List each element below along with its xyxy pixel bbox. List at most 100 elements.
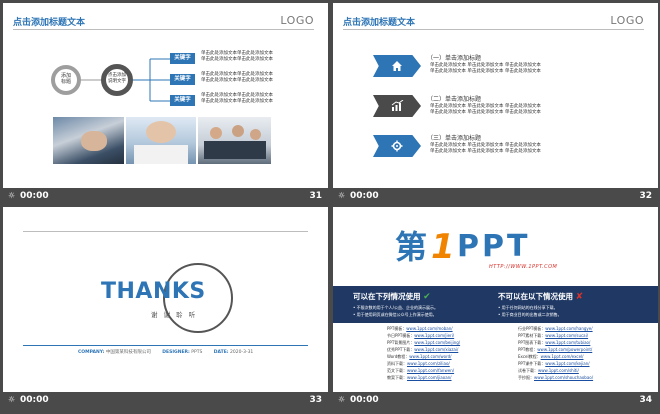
slide-thumbnail-33[interactable]: THANKS 谢 谢 聆 听 COMPANY: 中国第某科技有限公司 DESIG… [3,207,328,409]
keyword-desc-2: 单击此处添加文本单击此处添加文本 单击此处添加文本单击此处添加文本 [201,72,273,83]
links-left: PPT模板：www.1ppt.com/moban/ 节日PPT模板：www.1p… [387,325,460,381]
link-row: PPT图表下载：www.1ppt.com/tubiao/ [518,340,591,345]
slide-info-bar: ☼ 00:00 34 [333,392,658,409]
resource-link[interactable]: www.1ppt.com/shiti/ [538,368,579,373]
link-row: 资料下载：www.1ppt.com/ziliao/ [387,361,450,366]
resource-link[interactable]: www.1ppt.com/sucai/ [545,333,588,338]
presentation-play-icon[interactable]: ☼ [8,191,15,200]
slide-number: 33 [309,395,322,405]
item-heading-2: （二）单击添加标题 [427,96,482,103]
footer-meta: COMPANY: 中国第某科技有限公司 DESIGNER: PPTS DATE:… [78,349,253,355]
team-high-five-photo [126,117,196,164]
ppt-logo: 第 1 PPT HTTP://WWW.1PPT.COM [395,227,595,277]
slide-33-canvas[interactable]: THANKS 谢 谢 聆 听 COMPANY: 中国第某科技有限公司 DESIG… [3,207,328,392]
resource-link[interactable]: www.1ppt.com/beijing/ [414,340,460,345]
logo-one: 1 [431,227,455,267]
link-row: PPT教程：www.1ppt.com/powerpoint/ [518,347,593,352]
slide-31-canvas[interactable]: 点击添加标题文本 LOGO 添加 标题 点击添加 说明文字 关键字 关键字 关键… [3,3,328,188]
node-left-label: 添加 标题 [60,73,71,85]
business-meeting-photo [198,117,271,164]
company-value: 中国第某科技有限公司 [105,350,151,355]
resource-link[interactable]: www.1ppt.com/ziliao/ [407,361,450,366]
link-row: PPT背景图片：www.1ppt.com/beijing/ [387,340,461,345]
company-label: COMPANY: [78,350,105,355]
slide-34-canvas[interactable]: 第 1 PPT HTTP://WWW.1PPT.COM 可以在下列情况使用 ✔ … [333,207,658,392]
slide-info-bar: ☼ 00:00 33 [3,392,328,409]
keyword-box-3: 关键字 [170,95,195,106]
keyword-desc-1: 单击此处添加文本单击此处添加文本 单击此处添加文本单击此处添加文本 [201,51,273,62]
logo-di: 第 [395,228,428,266]
top-rule [23,231,308,232]
logo-ppt: PPT [457,229,531,264]
cross-icon: ✘ [575,292,584,302]
resource-link[interactable]: www.1ppt.com/moban/ [406,326,452,331]
resource-link[interactable]: www.1ppt.com/xiazai/ [414,347,458,352]
resource-link[interactable]: www.1ppt.com/excel/ [541,354,584,359]
hand-writing-photo [53,117,124,164]
link-row: 教案下载：www.1ppt.com/jiaoan/ [387,375,452,380]
thanks-subtitle: 谢 谢 聆 听 [151,311,198,319]
bar-chart-icon [391,100,404,111]
resource-link[interactable]: www.1ppt.com/powerpoint/ [537,347,592,352]
resource-link[interactable]: www.1ppt.com/shouchaobao/ [534,375,593,380]
slide-number: 32 [639,191,652,201]
link-row: 手抄报：www.1ppt.com/shouchaobao/ [518,375,594,380]
presentation-play-icon[interactable]: ☼ [8,395,15,404]
link-row: 节日PPT模板：www.1ppt.com/jieri/ [387,333,455,338]
check-icon: ✔ [423,292,431,302]
links-right: 行业PPT模板：www.1ppt.com/hangye/ PPT素材下载：www… [518,325,593,381]
usage-panel: 可以在下列情况使用 ✔ • 不限次数的用于个人/公益、企业的演示展示。 • 用于… [333,286,658,323]
can-use-list: • 不限次数的用于个人/公益、企业的演示展示。 • 用于使用网页或在微信公众号上… [353,304,438,318]
logo-url: HTTP://WWW.1PPT.COM [489,264,558,270]
date-label: DATE: [213,350,229,355]
cannot-item-1: • 用于任何网站的在线分享下载。 [498,305,558,310]
slide-timing: 00:00 [350,395,379,405]
slide-thumbnail-34[interactable]: 第 1 PPT HTTP://WWW.1PPT.COM 可以在下列情况使用 ✔ … [333,207,658,409]
item-body-2: 单击此处添加文本 单击此处添加文本 单击此处添加文本 单击此处添加文本 单击此处… [430,104,541,115]
divider [343,29,644,30]
keyword-box-2: 关键字 [170,74,195,85]
resource-link[interactable]: www.1ppt.com/fanwen/ [407,368,454,373]
link-row: Word教程：www.1ppt.com/word/ [387,354,452,359]
resource-link[interactable]: www.1ppt.com/jiaoan/ [407,375,452,380]
link-row: 试卷下载：www.1ppt.com/shiti/ [518,368,579,373]
slide-number: 34 [639,395,652,405]
link-row: 范文下载：www.1ppt.com/fanwen/ [387,368,455,373]
cannot-use-list: • 用于任何网站的在线分享下载。 • 用于商业目的的出售或二次销售。 [498,304,562,318]
presentation-play-icon[interactable]: ☼ [338,191,345,200]
slide-info-bar: ☼ 00:00 32 [333,188,658,205]
resource-link[interactable]: www.1ppt.com/word/ [409,354,451,359]
resource-link[interactable]: www.1ppt.com/jieri/ [414,333,454,338]
resource-link[interactable]: www.1ppt.com/hangye/ [545,326,592,331]
node-center-label: 点击添加 说明文字 [108,73,126,84]
resource-link[interactable]: www.1ppt.com/kejian/ [545,361,589,366]
link-row: PPT素材下载：www.1ppt.com/sucai/ [518,333,589,338]
slide-timing: 00:00 [20,191,49,201]
slide-32-canvas[interactable]: 点击添加标题文本 LOGO （一）单击添加标题 单击此处添加文本 单击此处添加文… [333,3,658,188]
presentation-play-icon[interactable]: ☼ [338,395,345,404]
link-row: 优秀PPT下载：www.1ppt.com/xiazai/ [387,347,459,352]
item-body-1: 单击此处添加文本 单击此处添加文本 单击此处添加文本 单击此处添加文本 单击此处… [430,63,541,74]
can-use-title: 可以在下列情况使用 ✔ [353,292,431,302]
item-heading-3: （三）单击添加标题 [427,135,482,142]
keyword-desc-3: 单击此处添加文本单击此处添加文本 单击此处添加文本单击此处添加文本 [201,93,273,104]
slide-info-bar: ☼ 00:00 31 [3,188,328,205]
slide-timing: 00:00 [20,395,49,405]
cogs-icon [391,140,403,152]
item-body-3: 单击此处添加文本 单击此处添加文本 单击此处添加文本 单击此处添加文本 单击此处… [430,143,541,154]
item-heading-1: （一）单击添加标题 [427,55,482,62]
home-icon [392,61,402,71]
designer-label: DESIGNER: [162,350,190,355]
link-row: Excel教程：www.1ppt.com/excel/ [518,354,584,359]
cannot-use-title: 不可以在以下情况使用 ✘ [498,292,584,302]
slide-thumbnail-31[interactable]: 点击添加标题文本 LOGO 添加 标题 点击添加 说明文字 关键字 关键字 关键… [3,3,328,205]
logo-text: LOGO [610,14,644,27]
cannot-item-2: • 用于商业目的的出售或二次销售。 [498,312,562,317]
can-item-2: • 用于使用网页或在微信公众号上作演示使用。 [353,312,437,317]
designer-value: PPTS [191,350,203,355]
keyword-box-1: 关键字 [170,53,195,64]
can-item-1: • 不限次数的用于个人/公益、企业的演示展示。 [353,305,438,310]
resource-link[interactable]: www.1ppt.com/tubiao/ [545,340,590,345]
slide-thumbnail-32[interactable]: 点击添加标题文本 LOGO （一）单击添加标题 单击此处添加文本 单击此处添加文… [333,3,658,205]
slide-title: 点击添加标题文本 [343,18,416,28]
